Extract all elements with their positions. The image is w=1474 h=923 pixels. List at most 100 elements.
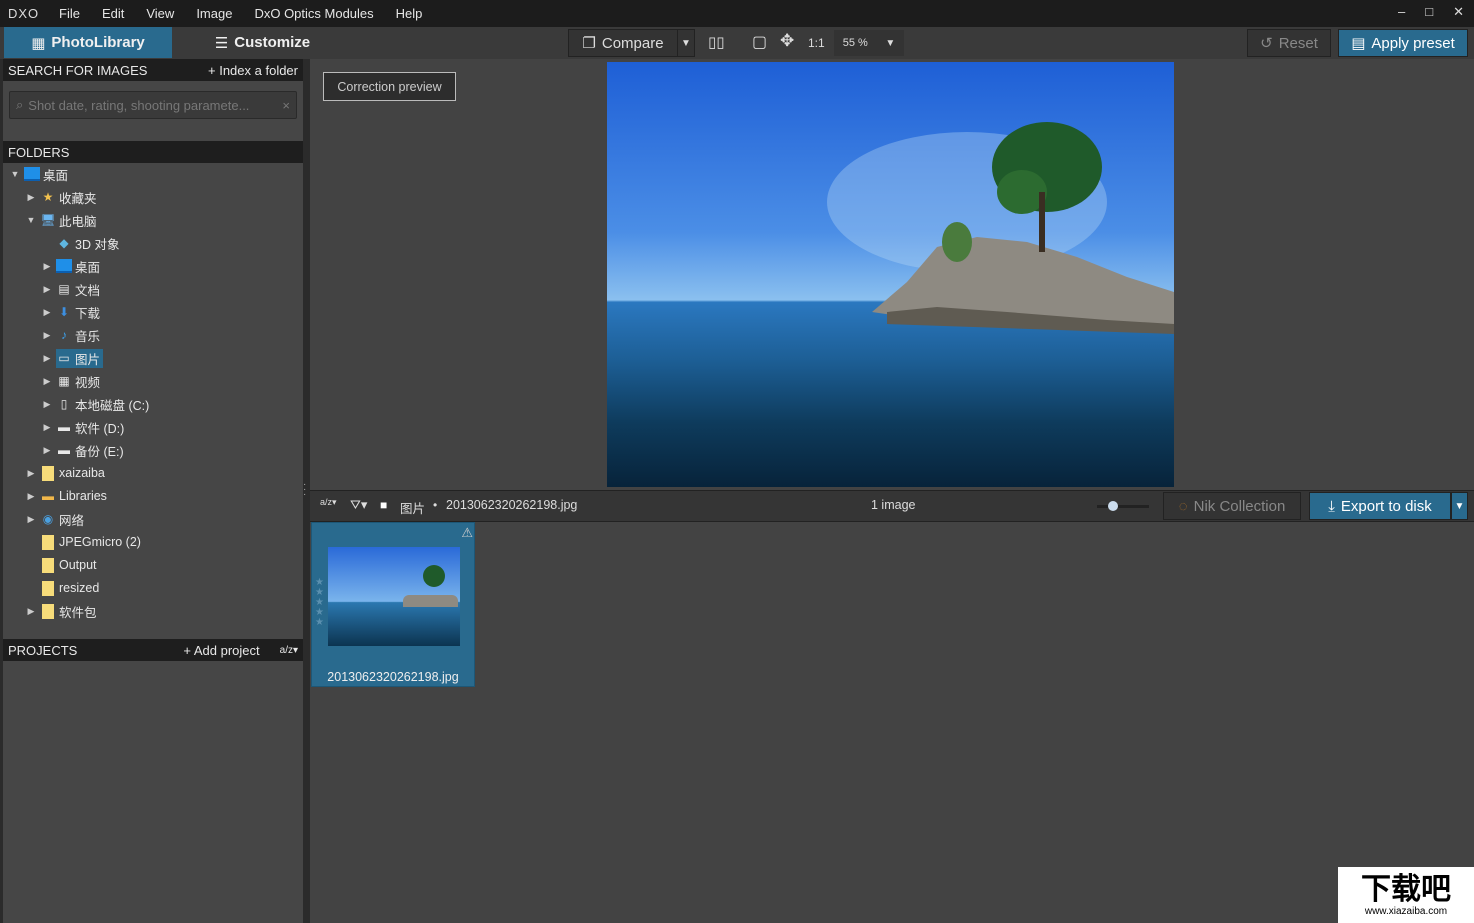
apply-preset-button[interactable]: ▤ Apply preset [1338, 29, 1468, 57]
menu-optics-modules[interactable]: DxO Optics Modules [254, 6, 373, 21]
thumbnail-image [328, 547, 460, 646]
sort-icon[interactable]: a/z▾ [320, 497, 337, 508]
menu-edit[interactable]: Edit [102, 6, 124, 21]
clear-icon[interactable]: × [282, 98, 290, 113]
index-folder-button[interactable]: + Index a folder [208, 63, 298, 78]
folder-item[interactable]: ▶ ♪ 音乐 [41, 324, 100, 346]
minimize-button[interactable]: – [1398, 4, 1405, 20]
folder-item[interactable]: ▶ ▬ Libraries [25, 485, 107, 507]
export-dropdown[interactable]: ▼ [1451, 492, 1468, 520]
expand-arrow-icon[interactable]: ▶ [41, 330, 53, 341]
add-project-button[interactable]: + Add project [183, 643, 259, 658]
folder-label: 本地磁盘 (C:) [75, 398, 150, 413]
image-count: 1 image [871, 498, 916, 512]
panel-resize-handle[interactable]: · · · [303, 480, 306, 500]
nik-collection-button[interactable]: ◌ Nik Collection [1163, 492, 1301, 520]
menu-file[interactable]: File [59, 6, 80, 21]
folder-item[interactable]: ◆ 3D 对象 [41, 232, 119, 254]
folder-item[interactable]: ▼ 桌面 [9, 163, 68, 185]
search-header: SEARCH FOR IMAGES + Index a folder [3, 59, 303, 81]
current-file: 2013062320262198.jpg [446, 498, 578, 512]
expand-arrow-icon[interactable]: ▶ [41, 353, 53, 364]
menu-help[interactable]: Help [396, 6, 423, 21]
expand-arrow-icon[interactable]: ▶ [41, 376, 53, 387]
fit-screen-icon[interactable]: ▢ [752, 32, 767, 52]
expand-arrow-icon[interactable]: ▶ [41, 261, 53, 272]
preset-icon: ▤ [1351, 35, 1366, 52]
expand-arrow-icon[interactable]: ▶ [25, 192, 37, 203]
folder-item[interactable]: ▶ ▬ 软件 (D:) [41, 416, 125, 438]
thumbnail-size-slider[interactable] [1097, 501, 1149, 511]
filter-icon[interactable]: ⛛▾ [350, 497, 367, 513]
separator-dot: • [433, 498, 438, 512]
video-icon: ▦ [58, 374, 70, 388]
folder-item[interactable]: ▶ ◉ 网络 [25, 508, 84, 530]
folder-item[interactable]: ▼ 🖥 此电脑 [25, 209, 97, 231]
search-icon: ⌕ [16, 97, 24, 112]
disk-icon: ▯ [60, 397, 68, 411]
menu-image[interactable]: Image [196, 6, 232, 21]
correction-preview-button[interactable]: Correction preview [323, 72, 456, 101]
thumbnail-item[interactable]: ★ ★ ★ ★ ★ ⚠ 2013062320262198.jpg [311, 522, 475, 687]
folder-item[interactable]: ▶ ▤ 文档 [41, 278, 100, 300]
left-panel: SEARCH FOR IMAGES + Index a folder ⌕ Shot … [3, 59, 303, 923]
sort-icon[interactable]: a/z▾ [280, 645, 298, 656]
expand-arrow-icon[interactable]: ▶ [25, 491, 37, 502]
menu-view[interactable]: View [146, 6, 174, 21]
folder-label: resized [59, 581, 100, 595]
folder-item[interactable]: ▶ ★ 收藏夹 [25, 186, 97, 208]
expand-arrow-icon[interactable]: ▶ [25, 468, 37, 479]
split-view-icon[interactable]: ▯▯ [708, 33, 725, 51]
drive-icon: ▬ [58, 443, 70, 457]
folder-item[interactable]: JPEGmicro (2) [25, 531, 141, 553]
folder-label: 图片 [75, 352, 101, 367]
cube-icon: ◆ [59, 236, 69, 250]
folder-label: 收藏夹 [59, 191, 97, 206]
folder-item[interactable]: ▶ ▦ 视频 [41, 370, 100, 392]
move-icon[interactable]: ✥ [780, 31, 794, 51]
folder-item[interactable]: ▶ ▭ 图片 [41, 347, 104, 369]
expand-arrow-icon[interactable]: ▶ [41, 422, 53, 433]
folder-item[interactable]: Output [25, 554, 97, 576]
star-icon: ★ [42, 190, 54, 204]
expand-arrow-icon[interactable]: ▼ [9, 169, 21, 179]
folder-label: 此电脑 [59, 214, 97, 229]
folder-icon [42, 603, 54, 619]
folder-item[interactable]: resized [25, 577, 99, 599]
search-input[interactable]: ⌕ Shot date, rating, shooting paramete...… [9, 91, 297, 119]
expand-arrow-icon[interactable]: ▶ [41, 284, 53, 295]
folder-item[interactable]: ▶ 桌面 [41, 255, 100, 277]
window-controls: – □ ✕ [1398, 4, 1464, 20]
tab-photolibrary[interactable]: ▦ PhotoLibrary [4, 27, 172, 58]
close-button[interactable]: ✕ [1453, 4, 1464, 20]
folder-item[interactable]: ▶ 软件包 [25, 600, 97, 622]
folder-label: 软件 (D:) [75, 421, 125, 436]
folder-item[interactable]: ▶ xaizaiba [25, 462, 105, 484]
export-to-disk-button[interactable]: ⤓ Export to disk [1309, 492, 1451, 520]
expand-arrow-icon[interactable]: ▶ [41, 445, 53, 456]
folder-icon [42, 580, 54, 596]
folder-item[interactable]: ▶ ⬇ 下载 [41, 301, 100, 323]
maximize-button[interactable]: □ [1425, 4, 1433, 20]
thumbnail-filename: 2013062320262198.jpg [327, 670, 459, 684]
expand-arrow-icon[interactable]: ▼ [25, 215, 37, 225]
compare-icon: ❐ [582, 35, 596, 52]
folder-label: 文档 [75, 283, 101, 298]
expand-arrow-icon[interactable]: ▶ [25, 606, 37, 617]
one-to-one-button[interactable]: 1:1 [808, 36, 825, 50]
folder-item[interactable]: ▶ ▬ 备份 (E:) [41, 439, 124, 461]
compare-dropdown[interactable]: ▼ [677, 29, 695, 57]
expand-arrow-icon[interactable]: ▶ [41, 399, 53, 410]
reset-button[interactable]: ↺ Reset [1247, 29, 1331, 57]
tab-bar: ▦ PhotoLibrary ☰ Customize ❐ Compare ▼ ▯▯ ▢… [0, 27, 1474, 59]
slider-handle[interactable] [1108, 501, 1118, 511]
expand-arrow-icon[interactable]: ▶ [41, 307, 53, 318]
compare-button[interactable]: ❐ Compare [568, 29, 678, 57]
zoom-select[interactable]: 55 % ▼ [834, 30, 904, 56]
folder-icon: ■ [380, 498, 388, 512]
folder-icon [42, 557, 54, 573]
folder-item[interactable]: ▶ ▯ 本地磁盘 (C:) [41, 393, 150, 415]
rating-stars[interactable]: ★ ★ ★ ★ ★ [315, 578, 324, 628]
tab-customize[interactable]: ☰ Customize [200, 27, 325, 58]
expand-arrow-icon[interactable]: ▶ [25, 514, 37, 525]
